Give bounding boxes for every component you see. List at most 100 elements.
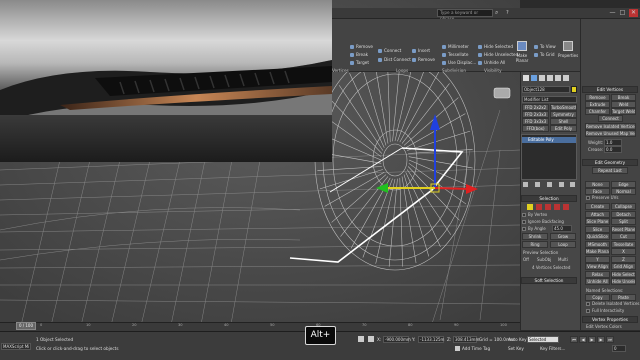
ribbon-tessellate[interactable]: Tessellate <box>442 51 468 58</box>
edit-geometry-button[interactable]: Hide Selected <box>611 270 636 278</box>
ribbon-break[interactable]: Break <box>350 51 368 58</box>
edit-geometry-button[interactable]: Grid Align <box>611 263 636 270</box>
motion-tab-icon[interactable] <box>547 75 553 81</box>
help-icon[interactable]: ? <box>506 9 514 17</box>
auto-key-label[interactable]: Auto Key <box>508 337 527 342</box>
ribbon-target[interactable]: Target <box>350 59 369 66</box>
y-coord-field[interactable]: -1133.125m <box>418 336 444 343</box>
by-vertex-checkbox[interactable] <box>522 213 526 217</box>
edit-geometry-button[interactable]: Create <box>585 203 610 210</box>
playback-button[interactable]: ◀ <box>579 336 587 343</box>
remove-modifier-icon[interactable] <box>559 182 564 187</box>
object-name-field[interactable]: Object128 <box>522 86 570 93</box>
shrink-button[interactable]: Shrink <box>522 233 548 240</box>
ribbon-unhide-all[interactable]: Unhide All <box>478 59 505 66</box>
connect-vertex-button[interactable]: Connect <box>598 115 623 122</box>
properties-button[interactable]: Properties <box>558 41 578 63</box>
weight-field[interactable]: 1.0 <box>604 139 622 146</box>
absolute-mode-icon[interactable] <box>368 336 374 342</box>
search-input[interactable]: Type a keyword or phrase <box>437 9 493 21</box>
edit-geometry-button[interactable]: Relax <box>585 270 610 278</box>
full-interactivity-checkbox[interactable] <box>586 309 590 313</box>
edit-poly-button[interactable]: Edit Poly <box>550 125 577 132</box>
repeat-last-button[interactable]: Repeat Last <box>592 167 628 174</box>
by-angle-checkbox[interactable] <box>522 227 526 231</box>
copy-button[interactable]: Copy <box>585 294 610 301</box>
ffd-2x3x3-button[interactable]: FFD 2x3x3 <box>522 111 549 118</box>
ribbon-to-view[interactable]: To View <box>534 43 556 50</box>
key-mode-selected[interactable]: Selected <box>527 336 559 343</box>
time-slider[interactable]: 0 / 100 <box>16 322 36 330</box>
playback-button[interactable]: ▶ <box>597 336 605 343</box>
edit-geometry-button[interactable]: Make Planar <box>585 248 610 255</box>
z-coord-field[interactable]: 308.413mm <box>453 336 479 343</box>
edit-geometry-button[interactable]: Y <box>585 255 610 263</box>
edit-geometry-button[interactable]: Collapse <box>611 203 636 210</box>
ribbon-hide-unselected[interactable]: Hide Unselected <box>478 51 518 58</box>
edit-geometry-button[interactable]: QuickSlice <box>585 233 610 240</box>
add-time-tag[interactable]: Add Time Tag <box>462 346 490 351</box>
ribbon-insert[interactable]: Insert <box>412 47 430 54</box>
edit-geometry-button[interactable]: Slice Plane <box>585 218 610 225</box>
maximize-button[interactable]: □ <box>618 9 627 17</box>
ribbon-remove-loop[interactable]: Remove <box>412 56 435 63</box>
edit-vertices-rollout-header[interactable]: Edit Vertices <box>582 86 638 93</box>
lock-selection-icon[interactable] <box>358 336 364 342</box>
edit-geometry-button[interactable]: Split <box>611 218 636 225</box>
add-time-tag-icon[interactable] <box>455 346 460 351</box>
current-frame-field[interactable]: 0 <box>612 345 626 352</box>
utilities-tab-icon[interactable] <box>563 75 569 81</box>
ring-button[interactable]: Ring <box>522 241 548 248</box>
element-mode-icon[interactable] <box>563 204 569 210</box>
edit-geometry-button[interactable]: Attach <box>585 210 610 218</box>
ffd-box-button[interactable]: FFD(box) <box>522 125 549 132</box>
edit-geometry-button[interactable]: View Align <box>585 263 610 270</box>
playback-button[interactable]: ⏮ <box>570 336 578 343</box>
display-tab-icon[interactable] <box>555 75 561 81</box>
modify-tab-icon[interactable] <box>531 75 537 81</box>
modifier-list-dropdown[interactable]: Modifier List <box>522 96 577 103</box>
edit-geometry-button[interactable]: X <box>611 248 636 255</box>
track-bar[interactable] <box>0 322 520 331</box>
ribbon-dist-connect[interactable]: Dist Connect <box>378 56 411 63</box>
constraint-none[interactable]: None <box>585 181 610 188</box>
constraint-normal[interactable]: Normal <box>611 188 636 195</box>
preview-subobj-radio[interactable]: SubObj <box>537 257 551 262</box>
playback-button[interactable]: ⏭ <box>606 336 614 343</box>
ribbon-remove[interactable]: Remove <box>350 43 373 50</box>
preview-multi-radio[interactable]: Multi <box>558 257 568 262</box>
ignore-backfacing-checkbox[interactable] <box>522 220 526 224</box>
hierarchy-tab-icon[interactable] <box>539 75 545 81</box>
constraint-edge[interactable]: Edge <box>611 181 636 188</box>
edit-geometry-button[interactable]: Tessellate <box>611 240 636 248</box>
show-end-result-icon[interactable] <box>535 182 540 187</box>
edit-geometry-button[interactable]: Hide Unselected <box>611 278 636 285</box>
preview-off-radio[interactable]: Off <box>523 257 529 262</box>
extrude-vertex-button[interactable]: Extrude <box>585 101 610 108</box>
by-angle-value[interactable]: 45.0 <box>552 225 572 232</box>
chamfer-vertex-button[interactable]: Chamfer <box>585 108 610 115</box>
vertex-properties-rollout-header[interactable]: Vertex Properties <box>582 316 638 323</box>
ribbon-use-displace[interactable]: Use Displac... <box>442 59 476 66</box>
delete-isolated-checkbox[interactable] <box>586 302 590 306</box>
loop-button[interactable]: Loop <box>550 241 576 248</box>
weld-vertex-button[interactable]: Weld <box>611 101 636 108</box>
search-icon[interactable]: ⌕ <box>495 9 503 17</box>
minimize-button[interactable]: — <box>608 9 617 17</box>
grow-button[interactable]: Grow <box>550 233 576 240</box>
vertex-mode-icon[interactable] <box>527 204 533 210</box>
border-mode-icon[interactable] <box>545 204 551 210</box>
edge-mode-icon[interactable] <box>536 204 542 210</box>
ribbon-hide-selected[interactable]: Hide Selected <box>478 43 513 50</box>
break-vertex-button[interactable]: Break <box>611 94 636 101</box>
symmetry-button[interactable]: Symmetry <box>550 111 577 118</box>
create-tab-icon[interactable] <box>523 75 529 81</box>
edit-geometry-rollout-header[interactable]: Edit Geometry <box>582 159 638 166</box>
edit-geometry-button[interactable]: MSmooth <box>585 240 610 248</box>
remove-vertex-button[interactable]: Remove <box>585 94 610 101</box>
object-color-swatch[interactable] <box>571 86 577 93</box>
crease-field[interactable]: 0.0 <box>604 146 622 153</box>
shell-button[interactable]: Shell <box>550 118 577 125</box>
soft-selection-rollout-header[interactable]: Soft Selection <box>521 277 577 284</box>
ribbon-to-grid[interactable]: To Grid <box>534 51 555 58</box>
